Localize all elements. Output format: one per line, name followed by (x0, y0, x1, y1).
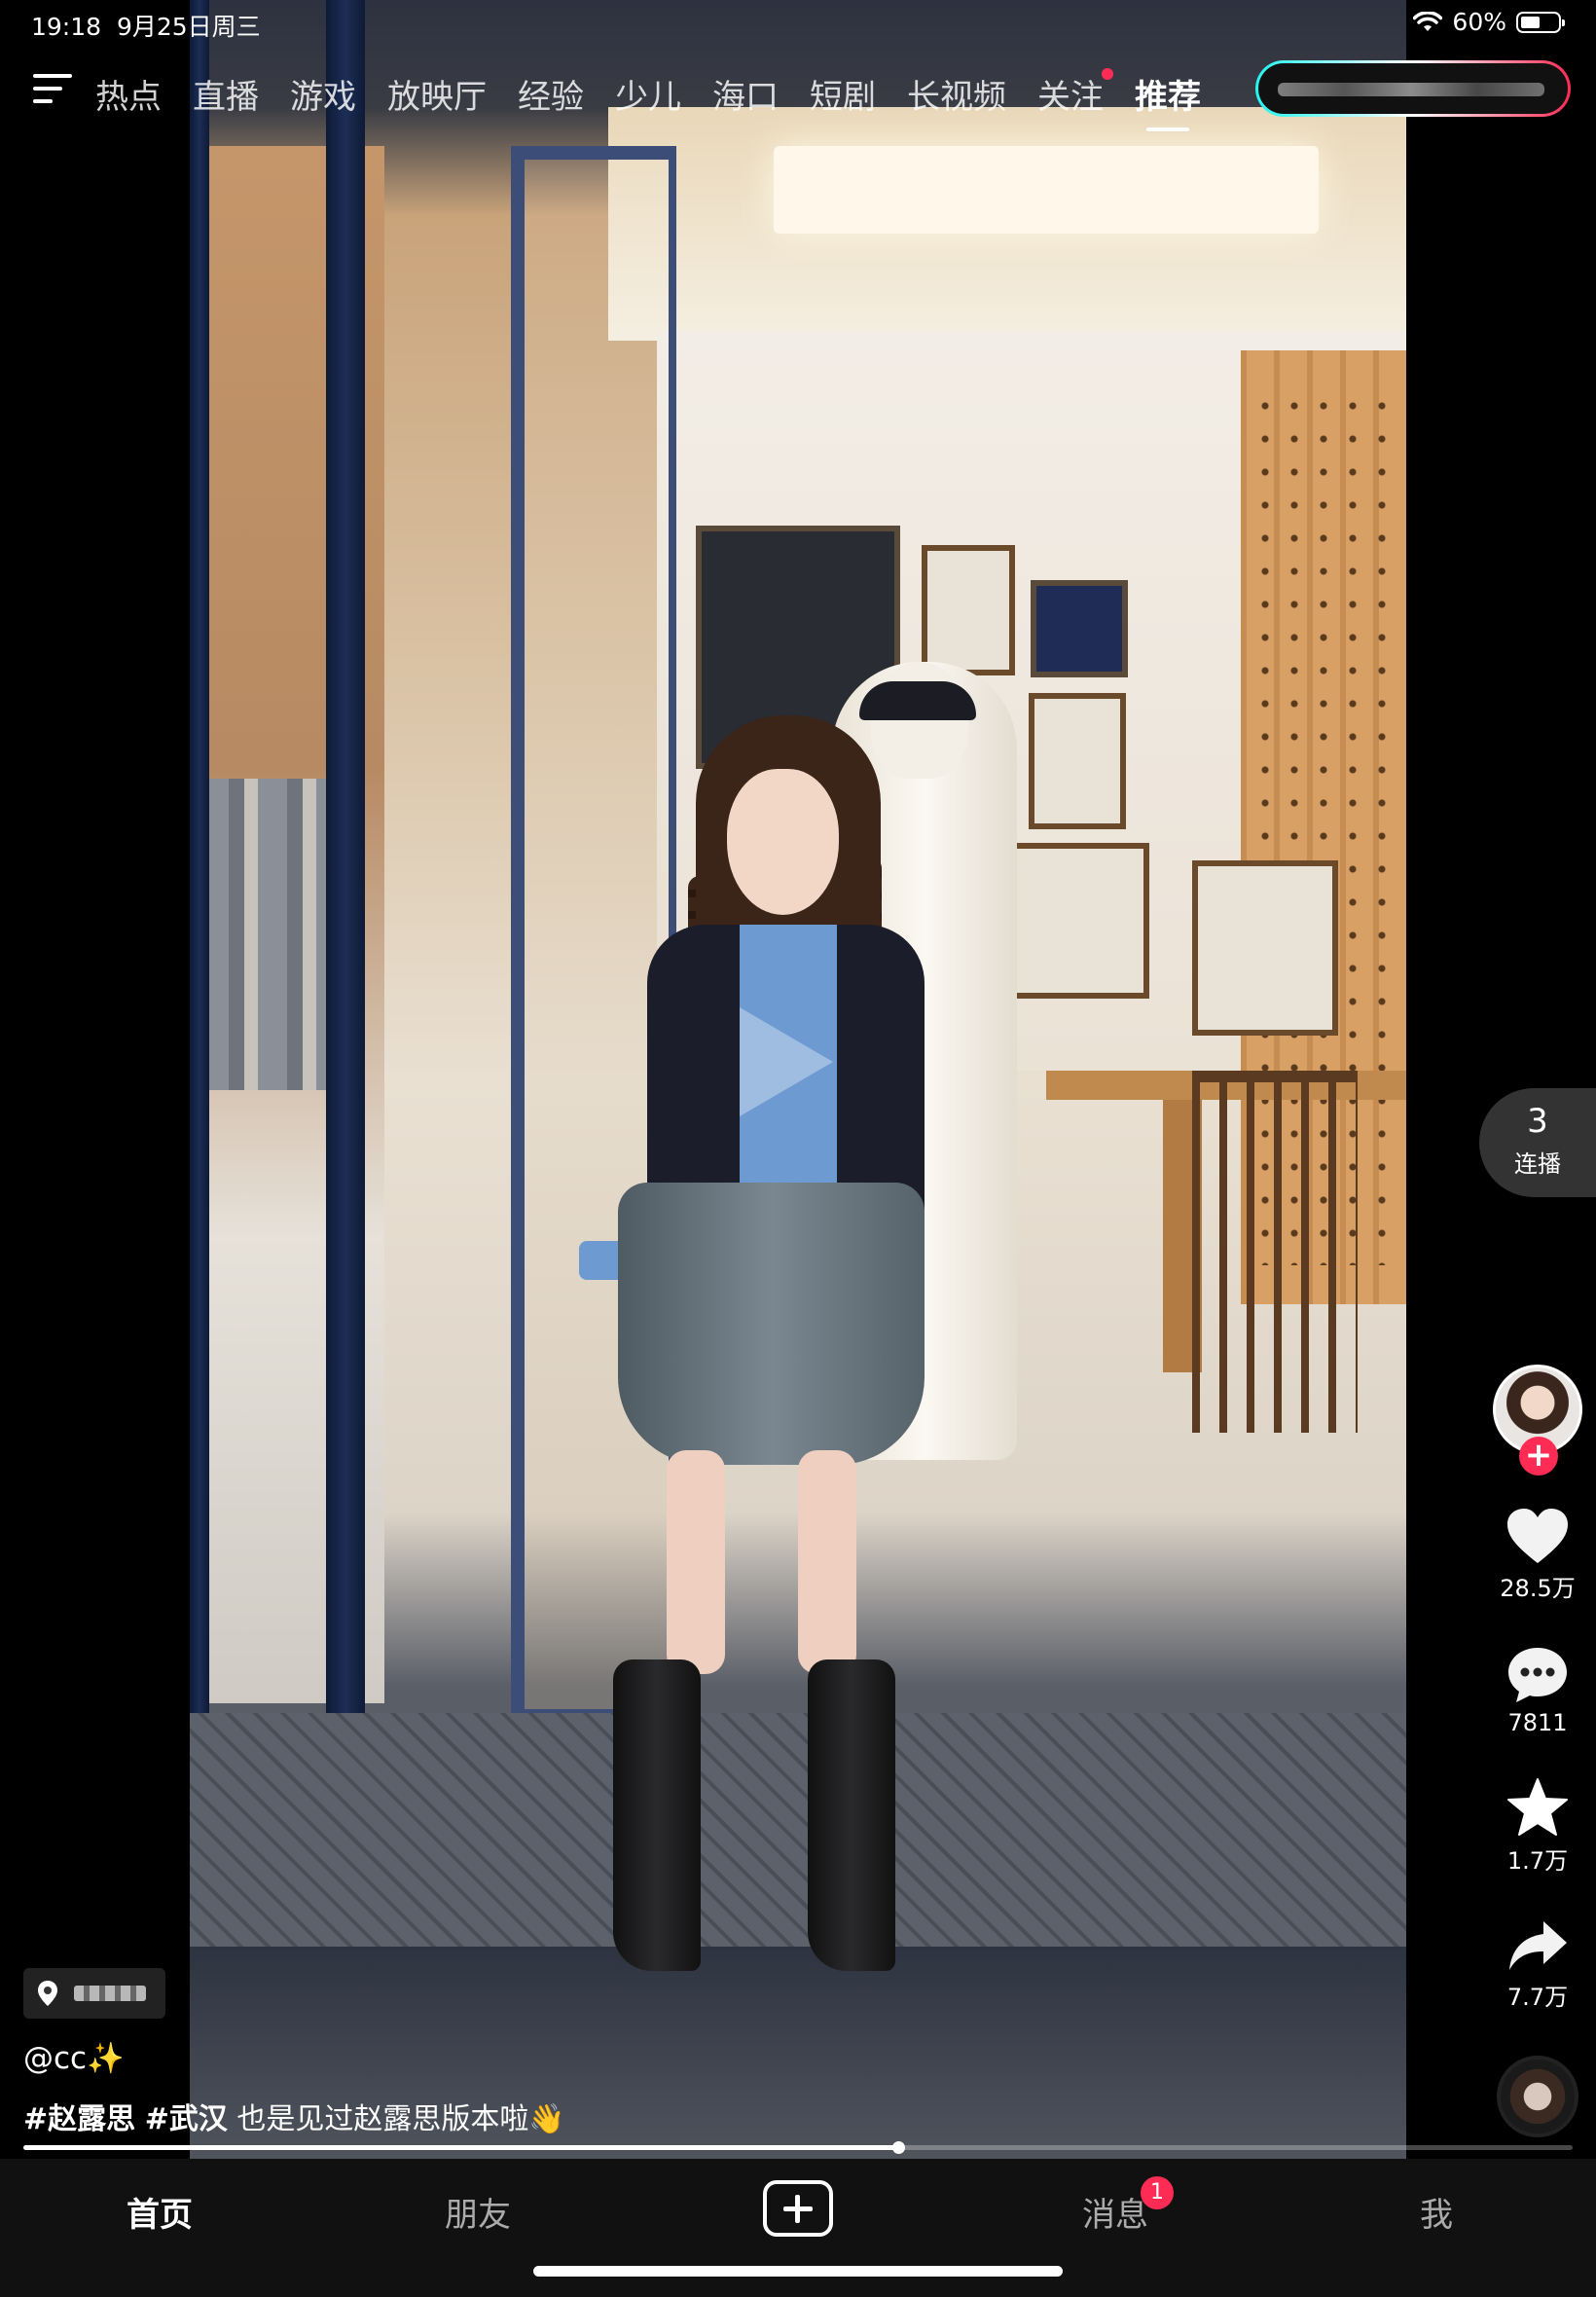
video-person-boot (808, 1659, 895, 1971)
status-date: 9月25日周三 (116, 13, 261, 41)
video-progress-bar[interactable] (23, 2141, 1573, 2154)
search-placeholder-redacted (1278, 83, 1544, 96)
video-scene-painting (1029, 693, 1126, 829)
favorite-count: 1.7万 (1506, 1847, 1569, 1875)
tab-6[interactable]: 海口 (712, 66, 779, 131)
tab-label: 海口 (712, 78, 779, 117)
video-scene-painting (1192, 860, 1338, 1036)
tab-label: 放映厅 (387, 78, 487, 117)
video-player[interactable] (190, 0, 1406, 2161)
like-button[interactable]: 28.5万 (1489, 1507, 1586, 1603)
tab-label: 推荐 (1135, 78, 1201, 117)
status-bar: 19:18 9月25日周三 60% (0, 0, 1596, 47)
favorite-button[interactable]: 1.7万 (1489, 1777, 1586, 1876)
home-indicator[interactable] (533, 2266, 1063, 2277)
video-person-boot (613, 1659, 701, 1971)
battery-icon (1516, 11, 1565, 33)
status-clock: 19:18 (31, 13, 102, 41)
video-scene-painting (1031, 580, 1128, 677)
like-count: 28.5万 (1500, 1575, 1576, 1602)
video-description: #赵露思 #武汉 也是见过赵露思版本啦👋 (23, 2095, 565, 2137)
heart-icon (1507, 1509, 1568, 1563)
messages-badge: 1 (1141, 2176, 1174, 2209)
tab-me[interactable]: 我 (1359, 2188, 1514, 2236)
video-scene-glass-door (511, 146, 676, 1723)
autoplay-button[interactable]: 3 连播 (1479, 1088, 1596, 1197)
video-scene-painting (922, 545, 1015, 675)
tab-label: 少儿 (615, 78, 681, 117)
progress-fill (23, 2145, 899, 2150)
share-count: 7.7万 (1506, 1984, 1569, 2011)
feed-tabs: 热点 直播 游戏 放映厅 经验 少儿 海口 短剧 长视频 关注 推荐 (95, 66, 1232, 131)
tab-label: 经验 (518, 78, 584, 117)
tab-9[interactable]: 关注 (1037, 66, 1113, 131)
status-indicators: 60% (1413, 8, 1565, 36)
battery-percent: 60% (1452, 8, 1506, 36)
tab-0[interactable]: 热点 (95, 66, 162, 131)
unread-dot (1102, 68, 1113, 80)
tab-home[interactable]: 首页 (82, 2188, 237, 2236)
share-arrow-icon (1509, 1921, 1567, 1970)
tab-label: 热点 (95, 78, 162, 117)
hashtag-link[interactable]: #武汉 (145, 2102, 228, 2136)
hamburger-menu-icon[interactable] (33, 74, 72, 105)
comment-count: 7811 (1507, 1709, 1568, 1736)
autoplay-count: 3 (1527, 1102, 1548, 1141)
video-person-leg (798, 1450, 856, 1674)
tab-2[interactable]: 游戏 (290, 66, 356, 131)
star-icon (1507, 1778, 1568, 1836)
search-box[interactable] (1255, 60, 1571, 117)
location-pin-icon (38, 1981, 57, 2006)
video-scene-chair (1192, 1071, 1358, 1433)
music-disc-icon[interactable] (1497, 2056, 1578, 2137)
tab-label: 游戏 (290, 78, 356, 117)
comment-button[interactable]: 7811 (1489, 1645, 1586, 1736)
tab-7[interactable]: 短剧 (810, 66, 876, 131)
hashtag-link[interactable]: #赵露思 (23, 2102, 135, 2136)
share-button[interactable]: 7.7万 (1489, 1919, 1586, 2012)
tab-label: 关注 (1037, 78, 1104, 117)
tab-10[interactable]: 推荐 (1135, 66, 1201, 131)
author-name[interactable]: @cc✨ (23, 2040, 125, 2076)
video-scene-mannequin-head (871, 662, 968, 779)
tab-label: 直播 (193, 78, 259, 117)
video-scene-light (774, 146, 1319, 234)
top-nav: 热点 直播 游戏 放映厅 经验 少儿 海口 短剧 长视频 关注 推荐 (0, 56, 1596, 134)
tab-label: 短剧 (810, 78, 876, 117)
video-person-skirt (618, 1183, 925, 1465)
tab-friends[interactable]: 朋友 (400, 2188, 556, 2236)
video-scene-painting (998, 843, 1149, 999)
video-person-leg (667, 1450, 725, 1674)
status-time: 19:18 9月25日周三 (31, 8, 261, 43)
tab-4[interactable]: 经验 (518, 66, 584, 131)
play-icon[interactable] (740, 1007, 833, 1116)
video-scene-mannequin-cap (859, 681, 976, 720)
tab-8[interactable]: 长视频 (907, 66, 1006, 131)
autoplay-label: 连播 (1514, 1150, 1561, 1178)
location-name-redacted (74, 1986, 146, 2001)
tab-1[interactable]: 直播 (193, 66, 259, 131)
location-tag[interactable] (23, 1968, 165, 2019)
wifi-icon (1413, 11, 1443, 31)
follow-button[interactable]: + (1519, 1437, 1558, 1476)
comment-icon (1508, 1648, 1567, 1702)
video-person-face (727, 769, 839, 915)
tab-5[interactable]: 少儿 (615, 66, 681, 131)
create-plus-button[interactable] (763, 2180, 833, 2237)
battery-fill (1521, 16, 1541, 28)
description-text: 也是见过赵露思版本啦👋 (236, 2102, 565, 2136)
tab-label: 长视频 (907, 78, 1006, 117)
tab-3[interactable]: 放映厅 (387, 66, 487, 131)
